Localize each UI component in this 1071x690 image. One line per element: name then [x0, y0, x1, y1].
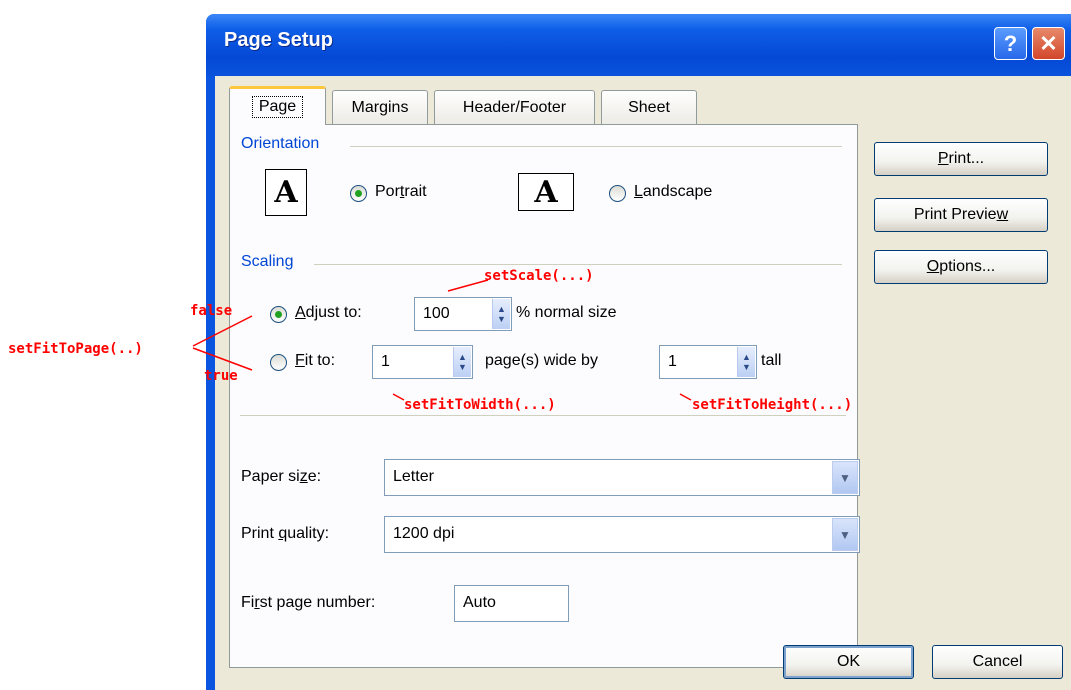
- true-annotation: true: [204, 368, 238, 384]
- fit-height-leader-line: [679, 393, 692, 401]
- fit-to-page-false-line: [192, 315, 253, 347]
- set-fit-to-height-annotation: setFitToHeight(...): [692, 397, 853, 413]
- set-scale-annotation: setScale(...): [484, 268, 594, 284]
- fit-to-page-true-line: [192, 347, 253, 371]
- set-fit-to-page-annotation: setFitToPage(..): [8, 341, 143, 357]
- false-annotation: false: [190, 303, 233, 319]
- annotation-lines: [192, 279, 692, 401]
- fit-width-leader-line: [392, 393, 405, 401]
- tab-page[interactable]: Page: [229, 86, 326, 125]
- tab-page-label: Page: [251, 96, 304, 118]
- set-scale-leader-line: [447, 279, 489, 292]
- set-fit-to-width-annotation: setFitToWidth(...): [404, 397, 556, 413]
